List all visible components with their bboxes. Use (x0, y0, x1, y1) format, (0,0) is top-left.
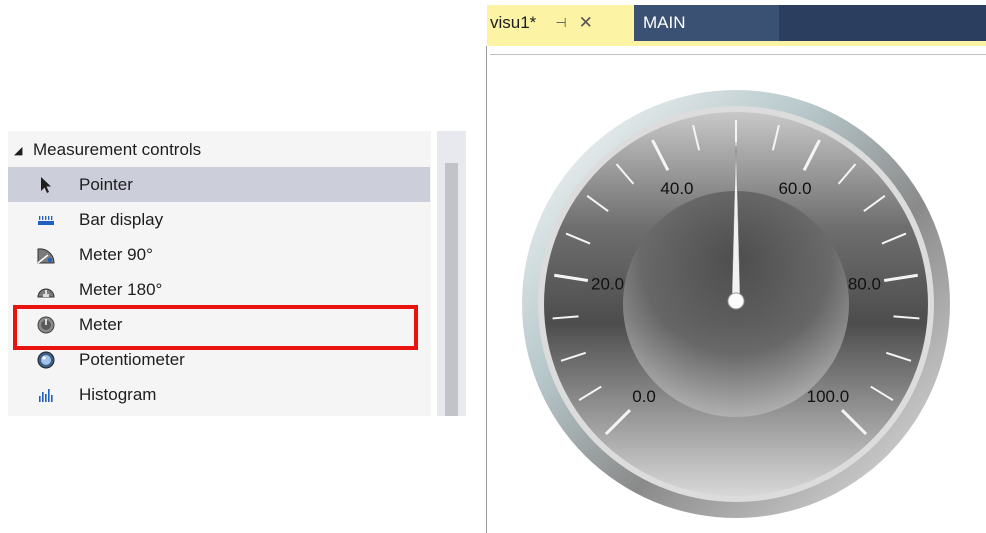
tab-title: MAIN (643, 13, 686, 32)
toolbox-item-pointer[interactable]: Pointer (8, 167, 430, 202)
toolbox-item-label: Bar display (79, 209, 164, 229)
category-label: Measurement controls (33, 140, 202, 159)
meter-90-icon (36, 245, 56, 265)
pointer-icon (36, 175, 56, 195)
toolbox-item-histogram[interactable]: Histogram (8, 377, 430, 412)
toolbox-item-label: Meter 180° (79, 279, 163, 299)
toolbox-item-label: Potentiometer (79, 349, 185, 369)
histogram-icon (36, 385, 56, 405)
toolbox-item-label: Pointer (79, 174, 133, 194)
document-tab-bar: visu1* ⊣ ✕ MAIN (487, 5, 986, 41)
potentiometer-icon (36, 350, 56, 370)
pin-icon[interactable]: ⊣ (555, 15, 566, 31)
toolbox-item-label: Histogram (79, 384, 157, 404)
bar-display-icon (36, 210, 56, 230)
toolbox-list: ◢ Measurement controls Pointer Bar displ… (8, 131, 431, 416)
toolbox-item-meter-90[interactable]: Meter 90° (8, 237, 430, 272)
canvas-border (490, 54, 986, 55)
tab-title: visu1* (490, 13, 537, 32)
toolbox-item-bar-display[interactable]: Bar display (8, 202, 430, 237)
toolbox-scrollbar[interactable] (437, 131, 466, 416)
collapse-triangle-icon[interactable]: ◢ (14, 144, 28, 157)
meter-180-icon (36, 280, 56, 300)
gauge-label-100: 100.0 (807, 387, 850, 406)
toolbox-panel: ◢ Measurement controls Pointer Bar displ… (8, 131, 466, 416)
gauge-label-60: 60.0 (778, 179, 811, 198)
meter-gauge[interactable]: 0.0 20.0 40.0 60.0 80.0 100.0 (518, 86, 954, 522)
gauge-label-80: 80.0 (848, 275, 881, 294)
tab-visu1[interactable]: visu1* ⊣ ✕ (487, 5, 634, 41)
gauge-label-20: 20.0 (591, 275, 624, 294)
toolbox-item-meter-180[interactable]: Meter 180° (8, 272, 430, 307)
scrollbar-thumb[interactable] (445, 163, 458, 416)
highlight-annotation-box (13, 305, 418, 350)
gauge-hub (727, 292, 745, 310)
category-measurement-controls[interactable]: ◢ Measurement controls (8, 135, 428, 165)
tab-main[interactable]: MAIN (634, 5, 779, 41)
gauge-label-0: 0.0 (632, 387, 656, 406)
close-icon[interactable]: ✕ (579, 13, 593, 33)
gauge-label-40: 40.0 (660, 179, 693, 198)
toolbox-item-label: Meter 90° (79, 244, 153, 264)
